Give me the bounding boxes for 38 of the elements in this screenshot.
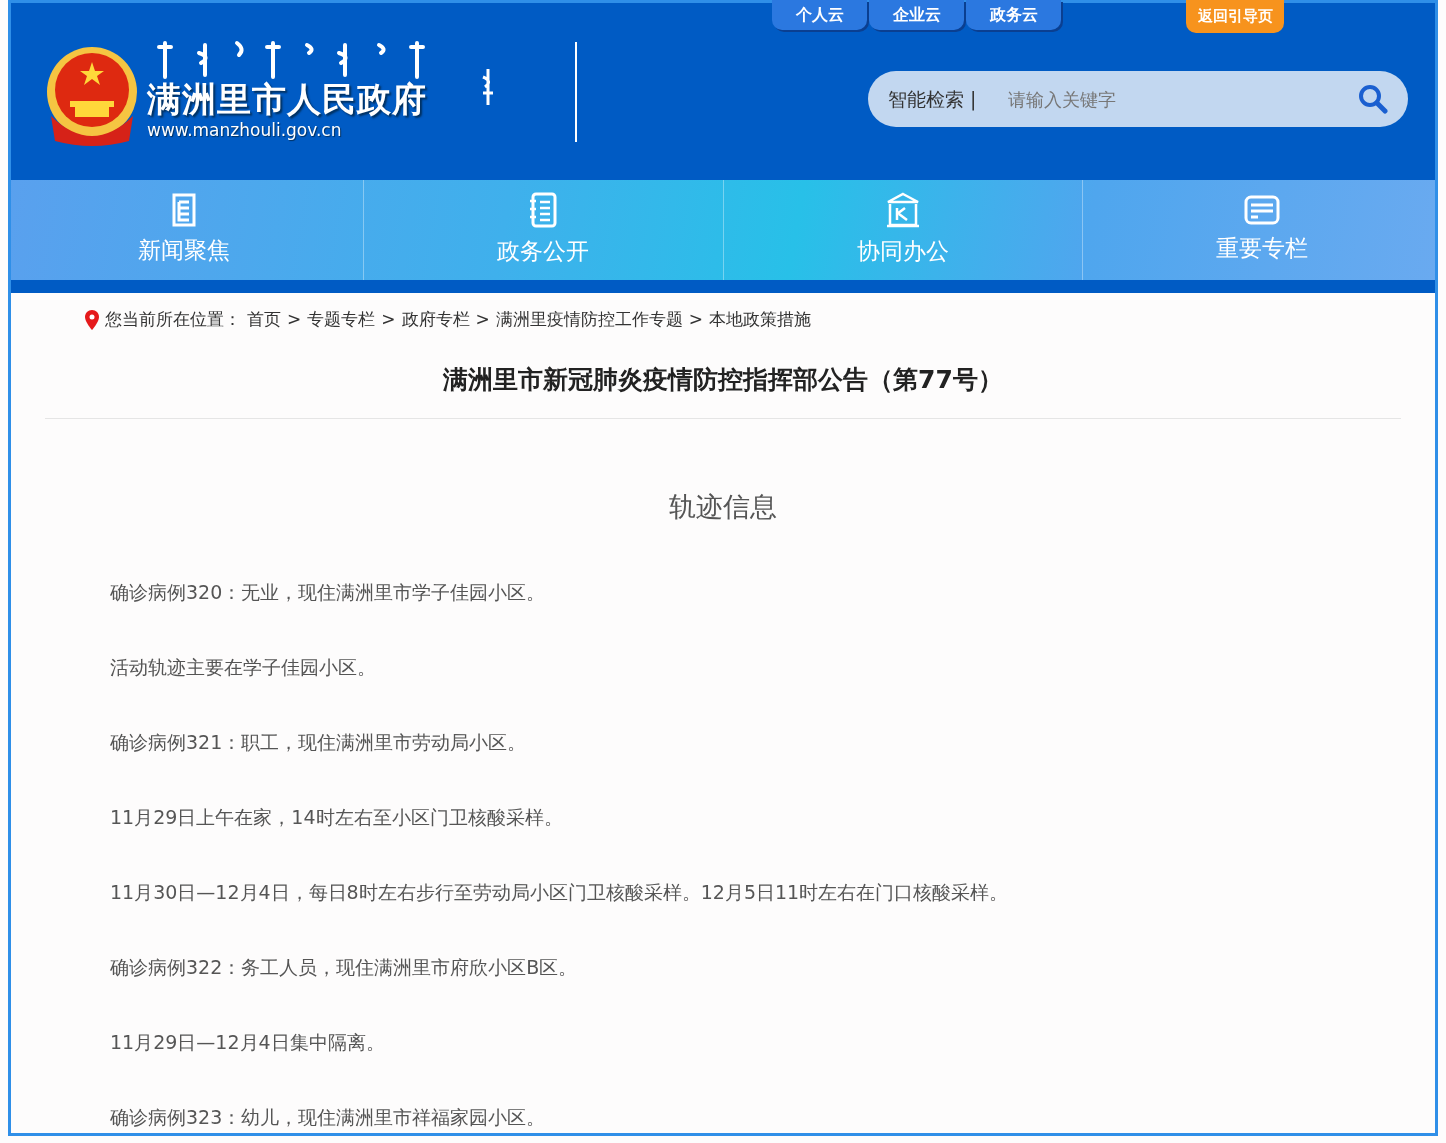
paragraph-text: 确诊病例322：务工人员，现住满洲里市府欣小区B区。	[110, 955, 578, 978]
breadcrumb-separator: >	[381, 308, 396, 331]
breadcrumb-link[interactable]: 专题专栏	[307, 307, 376, 333]
guide-page-button[interactable]: 返回引导页	[1186, 0, 1284, 33]
document-icon	[171, 192, 198, 227]
script-ornament-drawing	[481, 66, 495, 107]
cloud-tab[interactable]: 个人云	[772, 0, 867, 30]
breadcrumb-separator: >	[287, 308, 302, 331]
paragraph-text: 活动轨迹主要在学子佳园小区。	[110, 655, 376, 678]
paragraph-text: 确诊病例320：无业，现住满洲里市学子佳园小区。	[110, 580, 546, 603]
search-field[interactable]: 请输入关键字	[1006, 84, 1358, 114]
breadcrumb-link[interactable]: 满洲里疫情防控工作专题	[495, 307, 683, 333]
paragraph-text: 11月29日—12月4日集中隔离。	[110, 1030, 385, 1053]
notebook-icon	[528, 191, 559, 228]
breadcrumb-separator: >	[475, 308, 490, 331]
building-icon	[885, 191, 920, 228]
article-title: 满洲里市新冠肺炎疫情防控指挥部公告（第77号）	[442, 363, 1004, 396]
location-pin-icon	[85, 309, 99, 330]
paragraph-text: 确诊病例321：职工，现住满洲里市劳动局小区。	[110, 730, 527, 753]
nav-tab[interactable]: 重要专栏	[1082, 180, 1435, 280]
site-url: www.manzhouli.gov.cn	[147, 119, 343, 143]
site-name: 满洲里市人民政府	[147, 81, 428, 119]
national-emblem-icon	[45, 45, 139, 148]
breadcrumb-link[interactable]: 首页	[247, 307, 281, 333]
breadcrumb-link[interactable]: 政府专栏	[401, 307, 470, 333]
card-icon	[1243, 194, 1280, 225]
search-icon[interactable]	[1358, 84, 1388, 114]
breadcrumb-prefix: 您当前所在位置：	[105, 308, 241, 331]
search-label: 智能检索 |	[888, 86, 977, 113]
breadcrumb-link[interactable]: 本地政策措施	[709, 307, 811, 333]
paragraph-text: 11月29日上午在家，14时左右至小区门卫核酸采样。	[110, 805, 563, 828]
paragraph-text: 确诊病例323：幼儿，现住满洲里市祥福家园小区。	[110, 1105, 546, 1128]
cloud-tab[interactable]: 企业云	[869, 0, 964, 30]
section-heading: 轨迹信息	[668, 490, 778, 524]
cloud-tab[interactable]: 政务云	[966, 0, 1061, 30]
search-bar[interactable]: 智能检索 | 请输入关键字	[868, 71, 1408, 127]
breadcrumb-separator: >	[688, 308, 703, 331]
paragraph-text: 11月30日—12月4日，每日8时左右步行至劳动局小区门卫核酸采样。12月5日11时左右在门口核酸采样。	[110, 880, 1009, 903]
